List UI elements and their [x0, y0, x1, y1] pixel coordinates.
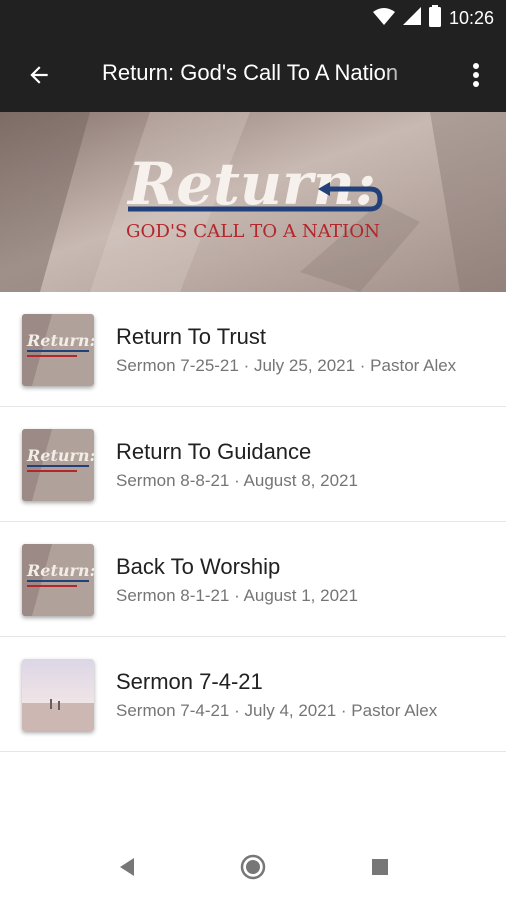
- sermon-subtitle: Sermon 7-4-21 · July 4, 2021 · Pastor Al…: [116, 701, 438, 720]
- sermon-title: Return To Guidance: [116, 439, 312, 464]
- sermon-thumbnail: Return:: [22, 544, 94, 616]
- nav-home-button[interactable]: [236, 850, 270, 884]
- nav-recents-button[interactable]: [363, 850, 397, 884]
- sermon-row-back-to-worship[interactable]: Return: Back To Worship Sermon 8-1-21 · …: [0, 522, 506, 637]
- svg-text:Return:: Return:: [26, 561, 94, 580]
- sermon-row-sermon-7-4-21[interactable]: Sermon 7-4-21 Sermon 7-4-21 · July 4, 20…: [0, 637, 506, 752]
- sermon-title: Back To Worship: [116, 554, 281, 579]
- tagline: GOD'S CALL TO A NATION: [126, 221, 380, 242]
- back-button[interactable]: [22, 58, 56, 92]
- sermon-thumbnail: [22, 659, 94, 731]
- arrow-back-icon: [30, 66, 48, 84]
- sermon-subtitle: Sermon 8-1-21 · August 1, 2021: [116, 586, 358, 605]
- app-toolbar: Return: God's Call To A Nation: [0, 36, 506, 112]
- svg-text:Return:: Return:: [26, 446, 94, 465]
- system-nav-bar: [0, 834, 506, 900]
- sermon-list: Return: Return To Trust Sermon 7-25-21 ·…: [0, 292, 506, 752]
- sermon-title: Return To Trust: [116, 324, 266, 349]
- sermon-thumbnail: Return:: [22, 314, 94, 386]
- sermon-thumbnail: Return:: [22, 429, 94, 501]
- status-bar: 10:26: [0, 0, 506, 36]
- nav-back-button[interactable]: [110, 850, 144, 884]
- svg-text:Return:: Return:: [26, 331, 94, 350]
- page-title: Return: God's Call To A Nation: [102, 60, 399, 85]
- sermon-row-return-to-guidance[interactable]: Return: Return To Guidance Sermon 8-8-21…: [0, 407, 506, 522]
- wifi-icon: [372, 7, 395, 30]
- status-time: 10:26: [448, 7, 494, 28]
- sermon-row-return-to-trust[interactable]: Return: Return To Trust Sermon 7-25-21 ·…: [0, 292, 506, 407]
- nav-home-icon: [240, 854, 266, 880]
- sermon-subtitle: Sermon 7-25-21 · July 25, 2021 · Pastor …: [116, 356, 457, 375]
- cell-signal-icon: [402, 6, 421, 30]
- sermon-title: Sermon 7-4-21: [116, 669, 263, 694]
- more-vert-icon: [473, 63, 479, 87]
- series-banner: Return: GOD'S CALL TO A NATION: [0, 112, 506, 292]
- sermon-subtitle: Sermon 8-8-21 · August 8, 2021: [116, 471, 358, 490]
- nav-back-icon: [120, 858, 134, 876]
- nav-recents-icon: [372, 859, 388, 875]
- status-icons: 10:26: [372, 4, 494, 32]
- battery-icon: [428, 4, 441, 32]
- more-options-button[interactable]: [462, 60, 490, 90]
